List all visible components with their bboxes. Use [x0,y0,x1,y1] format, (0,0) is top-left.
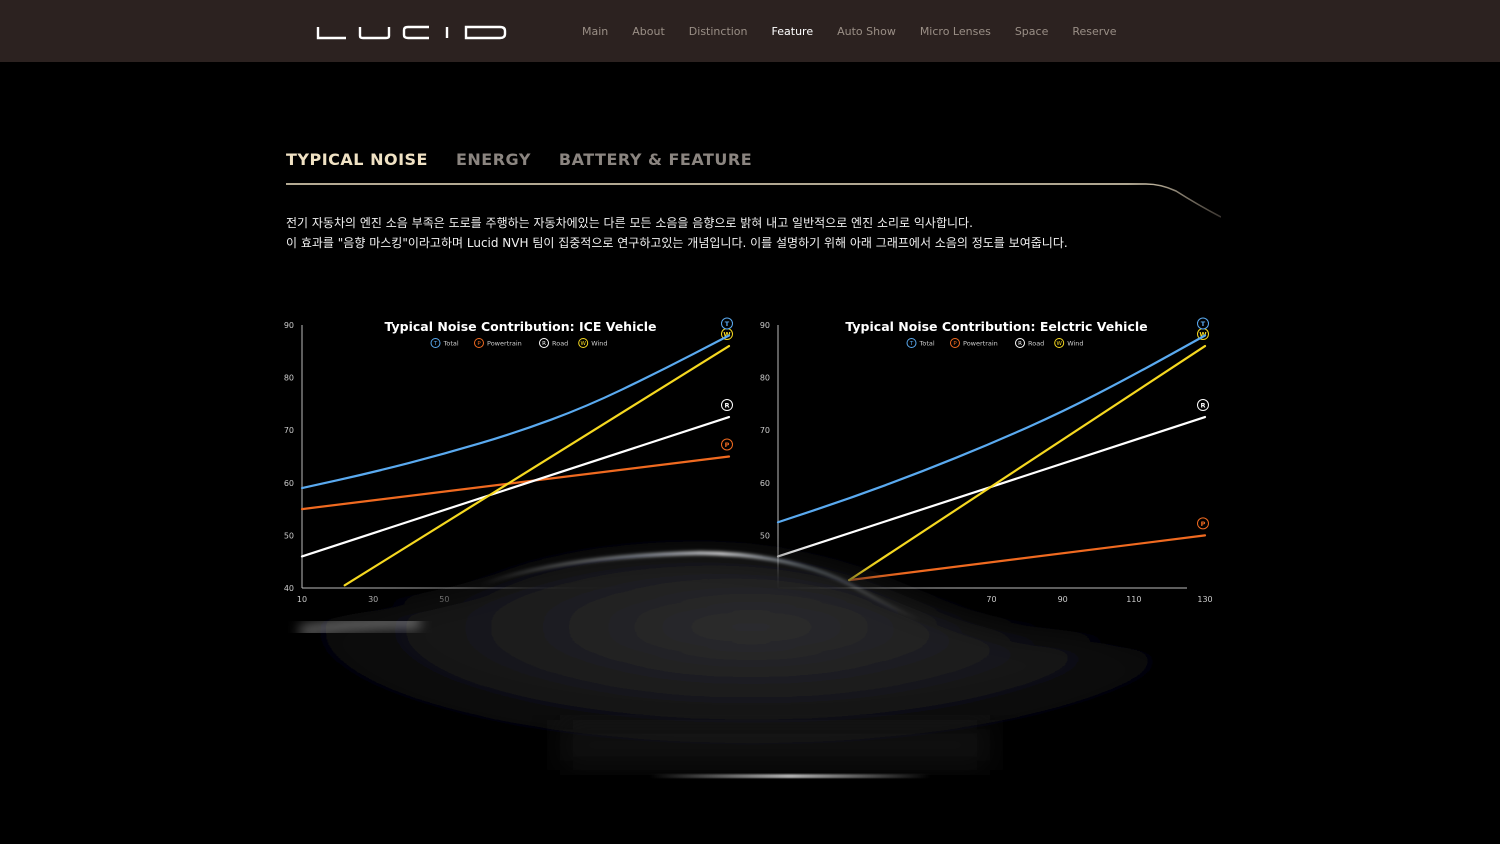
nav-main[interactable]: Main [582,25,608,38]
nav-reserve[interactable]: Reserve [1072,25,1116,38]
ev-noise-chart-svg: 50 60 70 80 90 70 90 110 130 Typical Noise Contri… [760,317,1213,604]
nav-space[interactable]: Space [1015,25,1049,38]
feature-tabs: TYPICAL NOISE ENERGY BATTERY & FEATURE [286,150,752,169]
legend-marker-letter: W [580,341,586,347]
series-end-marker-letter: P [725,441,730,449]
legend-marker-letter: R [542,341,546,347]
nav-about[interactable]: About [632,25,665,38]
legend-label-wind: Wind [1067,340,1083,348]
legend-marker-letter: P [477,341,481,347]
legend-marker-letter: T [433,341,438,347]
ice-noise-chart-svg: 40 50 60 70 80 90 10 30 50 Typical Noise Contribu… [284,317,733,604]
x-tick-label: 90 [1058,595,1068,604]
series-line-total [776,334,1207,524]
y-tick-label: 90 [760,321,770,330]
feature-description: 전기 자동차의 엔진 소음 부족은 도로를 주행하는 자동차에있는 다른 모든 … [286,213,1186,253]
series-line-powertrain [300,455,731,511]
tab-typical-noise[interactable]: TYPICAL NOISE [286,150,428,169]
series-end-marker-letter: R [724,401,729,409]
y-tick-label: 70 [284,426,294,435]
y-tick-label: 60 [760,479,770,488]
y-tick-label: 40 [284,584,294,593]
series-line-powertrain [848,534,1207,582]
tab-energy[interactable]: ENERGY [456,150,531,169]
legend-marker-letter: T [909,341,914,347]
series-line-wind [848,344,1207,582]
y-tick-label: 50 [760,531,770,540]
y-tick-label: 50 [284,531,294,540]
legend-marker-letter: W [1056,341,1062,347]
ice-noise-chart: 40 50 60 70 80 90 10 30 50 Typical Noise Contribu… [282,310,762,610]
lucid-logo[interactable] [316,25,508,41]
ev-noise-chart: 50 60 70 80 90 70 90 110 130 Typical Noise Contri… [758,310,1238,610]
y-tick-label: 90 [284,321,294,330]
top-nav-bar: Main About Distinction Feature Auto Show… [0,0,1500,62]
x-tick-label: 50 [439,595,449,604]
tab-battery-feature[interactable]: BATTERY & FEATURE [559,150,752,169]
x-tick-label: 70 [986,595,996,604]
legend-marker-letter: R [1018,341,1022,347]
x-tick-label: 10 [297,595,307,604]
legend-label-powertrain: Powertrain [487,340,522,348]
legend-label-wind: Wind [591,340,607,348]
description-line-1: 전기 자동차의 엔진 소음 부족은 도로를 주행하는 자동차에있는 다른 모든 … [286,216,973,230]
nav-distinction[interactable]: Distinction [689,25,748,38]
y-tick-label: 80 [760,374,770,383]
series-end-marker-letter: R [1200,401,1205,409]
y-tick-label: 60 [284,479,294,488]
x-tick-label: 110 [1126,595,1141,604]
series-end-marker-letter: P [1201,520,1206,528]
nav-feature[interactable]: Feature [772,25,814,38]
nav-micro-lenses[interactable]: Micro Lenses [920,25,991,38]
x-tick-label: 30 [368,595,378,604]
legend-marker-letter: P [953,341,957,347]
description-line-2: 이 효과를 "음향 마스킹"이라고하며 Lucid NVH 팀이 집중적으로 연… [286,236,1068,250]
nav-auto-show[interactable]: Auto Show [837,25,896,38]
series-line-road [300,415,731,558]
legend-label-road: Road [552,340,568,348]
legend-label-total: Total [919,340,935,348]
chart-title: Typical Noise Contribution: Eelctric Veh… [845,319,1147,334]
legend-label-total: Total [443,340,459,348]
y-tick-label: 70 [760,426,770,435]
chart-title: Typical Noise Contribution: ICE Vehicle [384,319,656,334]
series-end-marker-letter: T [725,320,730,328]
legend-label-powertrain: Powertrain [963,340,998,348]
y-tick-label: 80 [284,374,294,383]
series-end-marker-letter: T [1201,320,1206,328]
main-navigation: Main About Distinction Feature Auto Show… [570,0,1129,62]
legend-label-road: Road [1028,340,1044,348]
x-tick-label: 130 [1197,595,1212,604]
